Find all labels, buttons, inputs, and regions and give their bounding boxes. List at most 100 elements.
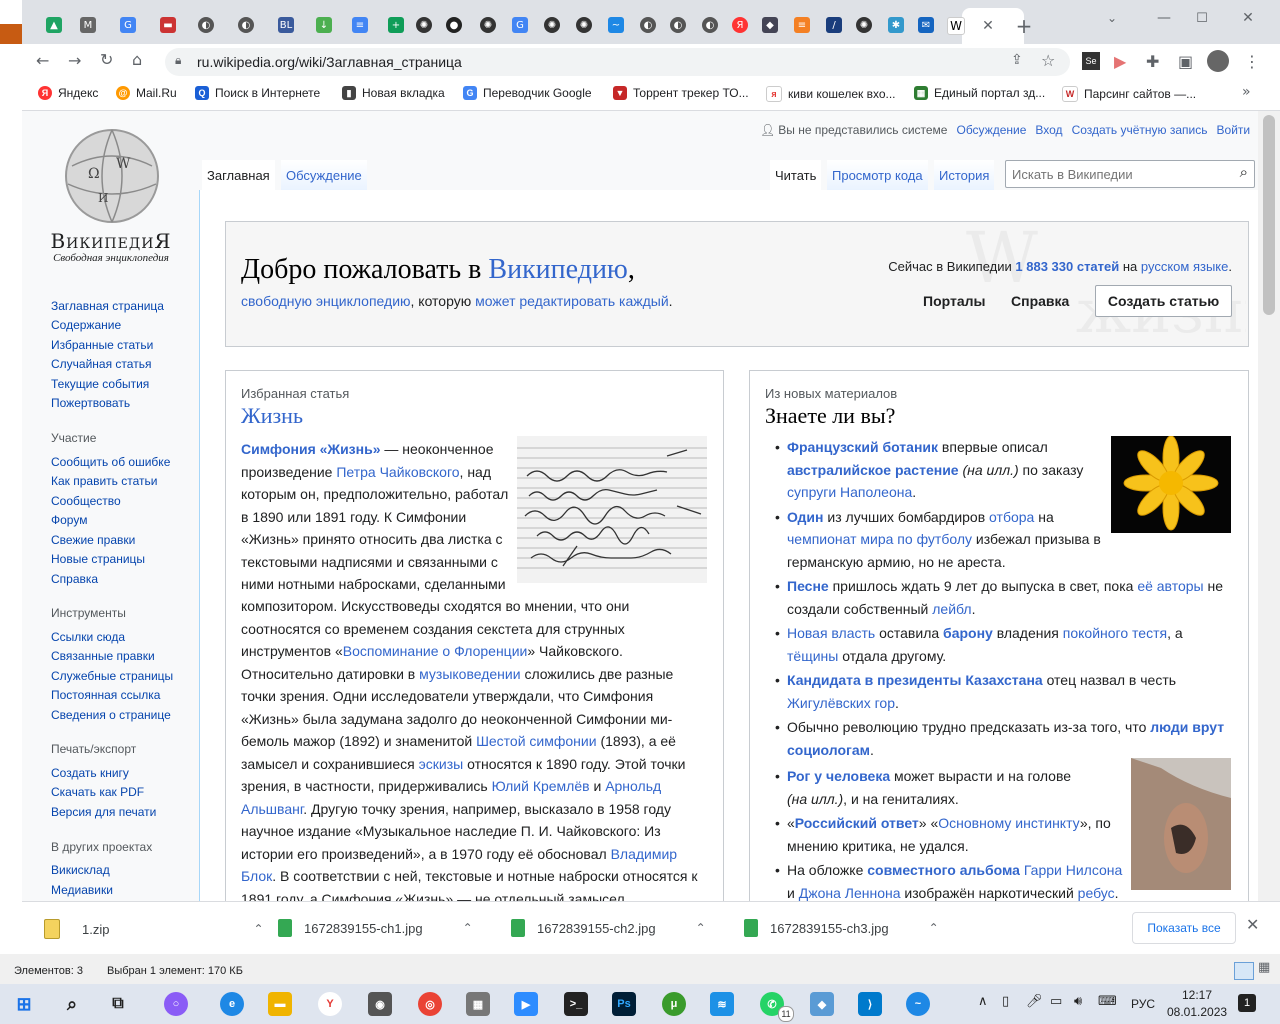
show-all-downloads-button[interactable]: Показать все — [1132, 912, 1236, 944]
logo-wordmark[interactable]: ВикипедиЯ — [30, 229, 192, 253]
chevron-up-icon[interactable]: ⌃ — [929, 921, 939, 935]
close-tab-icon[interactable]: ✕ — [974, 11, 1002, 41]
free-encyclopedia-link[interactable]: свободную энциклопедию — [241, 293, 411, 309]
login-link[interactable]: Вход — [1035, 123, 1062, 137]
tab-main-page[interactable]: Заглавная — [202, 160, 275, 190]
alshwang-link[interactable]: Альшванг — [241, 801, 303, 817]
one-link[interactable]: Один — [787, 509, 824, 525]
forward-icon[interactable]: → — [68, 51, 81, 70]
windows-start-icon[interactable]: ⊞ — [12, 992, 36, 1016]
print-printable[interactable]: Версия для печати — [51, 805, 156, 819]
app-icon[interactable]: ○ — [164, 992, 188, 1016]
tab-stackoverflow[interactable]: ≡ — [788, 10, 816, 40]
maximize-button[interactable]: ☐ — [1188, 3, 1216, 33]
app-icon-3[interactable]: ~ — [906, 992, 930, 1016]
input-language[interactable]: РУС — [1131, 997, 1155, 1011]
create-article-button[interactable]: Создать статью — [1095, 285, 1232, 317]
portals-link[interactable]: Порталы — [923, 293, 985, 309]
tab-google-drive[interactable]: ▲ — [40, 10, 68, 40]
tools-heading[interactable]: Инструменты — [51, 606, 126, 620]
zoom-icon[interactable]: ▶ — [514, 992, 538, 1016]
nav-recent-changes[interactable]: Свежие правки — [51, 533, 135, 547]
calculator-icon[interactable]: ▦ — [466, 992, 490, 1016]
clock-time[interactable]: 12:17 — [1182, 988, 1212, 1002]
print-download-pdf[interactable]: Скачать как PDF — [51, 785, 144, 799]
world-cup-link[interactable]: чемпионат мира по футболу — [787, 531, 972, 547]
print-create-book[interactable]: Создать книгу — [51, 766, 129, 780]
nav-forum[interactable]: Форум — [51, 513, 87, 527]
tab-globe-3[interactable]: ◐ — [634, 10, 662, 40]
rebus-link[interactable]: ребус — [1078, 885, 1115, 901]
australian-plant-link[interactable]: австралийское растение — [787, 462, 959, 478]
close-downloads-icon[interactable]: ✕ — [1246, 915, 1259, 934]
tab-site-2[interactable]: ◆ — [756, 10, 784, 40]
featured-manuscript-image[interactable] — [517, 436, 707, 583]
back-icon[interactable]: ← — [36, 51, 49, 70]
bookmark-portal[interactable]: ▦ Единый портал зд... — [914, 86, 1045, 100]
featured-title[interactable]: Жизнь — [241, 403, 303, 429]
tab-globe-5[interactable]: ◐ — [696, 10, 724, 40]
chrome-icon[interactable]: ◎ — [418, 992, 442, 1016]
russian-language-link[interactable]: русском языке — [1141, 259, 1228, 274]
tab-discussion[interactable]: Обсуждение — [281, 160, 367, 190]
sixth-symphony-link[interactable]: Шестой симфонии — [476, 733, 597, 749]
task-view-icon[interactable]: ⧉ — [106, 992, 130, 1016]
tool-special-pages[interactable]: Служебные страницы — [51, 669, 173, 683]
lock-icon[interactable]: 🔒︎ — [175, 53, 181, 68]
tab-read[interactable]: Читать — [770, 160, 822, 190]
network-icon[interactable]: ▭ — [1050, 994, 1062, 1009]
wiki-search-box[interactable]: ⌕ — [1005, 160, 1255, 188]
print-heading[interactable]: Печать/экспорт — [51, 742, 136, 756]
download-item[interactable]: 1672839155-ch3.jpg ⌃ — [744, 919, 939, 937]
nilsson-link[interactable]: Гарри Нилсона — [1024, 862, 1122, 878]
tab-yandex[interactable]: Я — [726, 10, 754, 40]
tray-chevron-icon[interactable]: ∧ — [978, 994, 988, 1009]
search-icon[interactable]: ⌕ — [60, 992, 84, 1016]
microphone-icon[interactable]: 🎤︎ — [1026, 994, 1043, 1009]
nav-community[interactable]: Сообщество — [51, 494, 121, 508]
anyone-can-edit-link[interactable]: может редактировать каждый — [475, 293, 669, 309]
chevron-up-icon[interactable]: ⌃ — [253, 922, 263, 936]
yandex-browser-icon[interactable]: Y — [318, 992, 342, 1016]
project-commons[interactable]: Викисклад — [51, 863, 110, 877]
arnold-link[interactable]: Арнольд — [605, 778, 661, 794]
camera-icon[interactable]: ◉ — [368, 992, 392, 1016]
menu-dots-icon[interactable]: ⋮ — [1244, 52, 1260, 71]
father-in-law-link[interactable]: покойного тестя — [1063, 625, 1167, 641]
tab-bl[interactable]: BL — [272, 10, 300, 40]
app-icon-2[interactable]: ◆ — [810, 992, 834, 1016]
bookmark-translate[interactable]: G Переводчик Google — [463, 86, 592, 100]
tab-search-chevron-icon[interactable]: ⌄ — [1098, 3, 1126, 33]
new-tab-button[interactable]: + — [1010, 11, 1038, 41]
tab-openai-3[interactable]: ✺ — [538, 10, 566, 40]
tab-globe-2[interactable]: ◐ — [232, 10, 260, 40]
tab-github[interactable]: ● — [440, 10, 468, 40]
tab-mail[interactable]: ✉ — [912, 10, 940, 40]
tab-site-4[interactable]: ✱ — [882, 10, 910, 40]
tab-openai-4[interactable]: ✺ — [570, 10, 598, 40]
extensions-puzzle-icon[interactable]: ✚ — [1146, 52, 1159, 71]
bookmark-star-icon[interactable]: ☆ — [1041, 51, 1055, 70]
label-link[interactable]: лейбл — [932, 601, 971, 617]
nav-featured[interactable]: Избранные статьи — [51, 338, 153, 352]
profile-avatar[interactable] — [1207, 50, 1229, 72]
volume-icon[interactable]: 🔊︎ — [1074, 994, 1082, 1009]
create-account-link[interactable]: Создать учётную запись — [1072, 123, 1208, 137]
human-horn-link[interactable]: Рог у человека — [787, 768, 890, 784]
tab-openai-1[interactable]: ✺ — [410, 10, 438, 40]
nav-new-pages[interactable]: Новые страницы — [51, 552, 145, 566]
address-bar[interactable]: 🔒︎ ru.wikipedia.org/wiki/Заглавная_стран… — [165, 48, 1070, 76]
tab-sheets[interactable]: + — [382, 10, 410, 40]
help-link[interactable]: Справка — [1011, 293, 1069, 309]
bookmark-mailru[interactable]: @ Mail.Ru — [116, 86, 177, 100]
blok-link[interactable]: Блок — [241, 868, 272, 884]
welcome-wikipedia-link[interactable]: Википедию — [488, 254, 627, 285]
nav-report-error[interactable]: Сообщить об ошибке — [51, 455, 170, 469]
zhiguli-link[interactable]: Жигулёвских гор — [787, 695, 895, 711]
new-power-link[interactable]: Новая власть — [787, 625, 875, 641]
search-icon[interactable]: ⌕ — [1240, 163, 1248, 181]
tchaikovsky-link[interactable]: Петра Чайковского — [336, 464, 459, 480]
page-scrollbar[interactable] — [1258, 111, 1280, 901]
botanist-link[interactable]: Французский ботаник — [787, 439, 938, 455]
tab-openai-2[interactable]: ✺ — [474, 10, 502, 40]
